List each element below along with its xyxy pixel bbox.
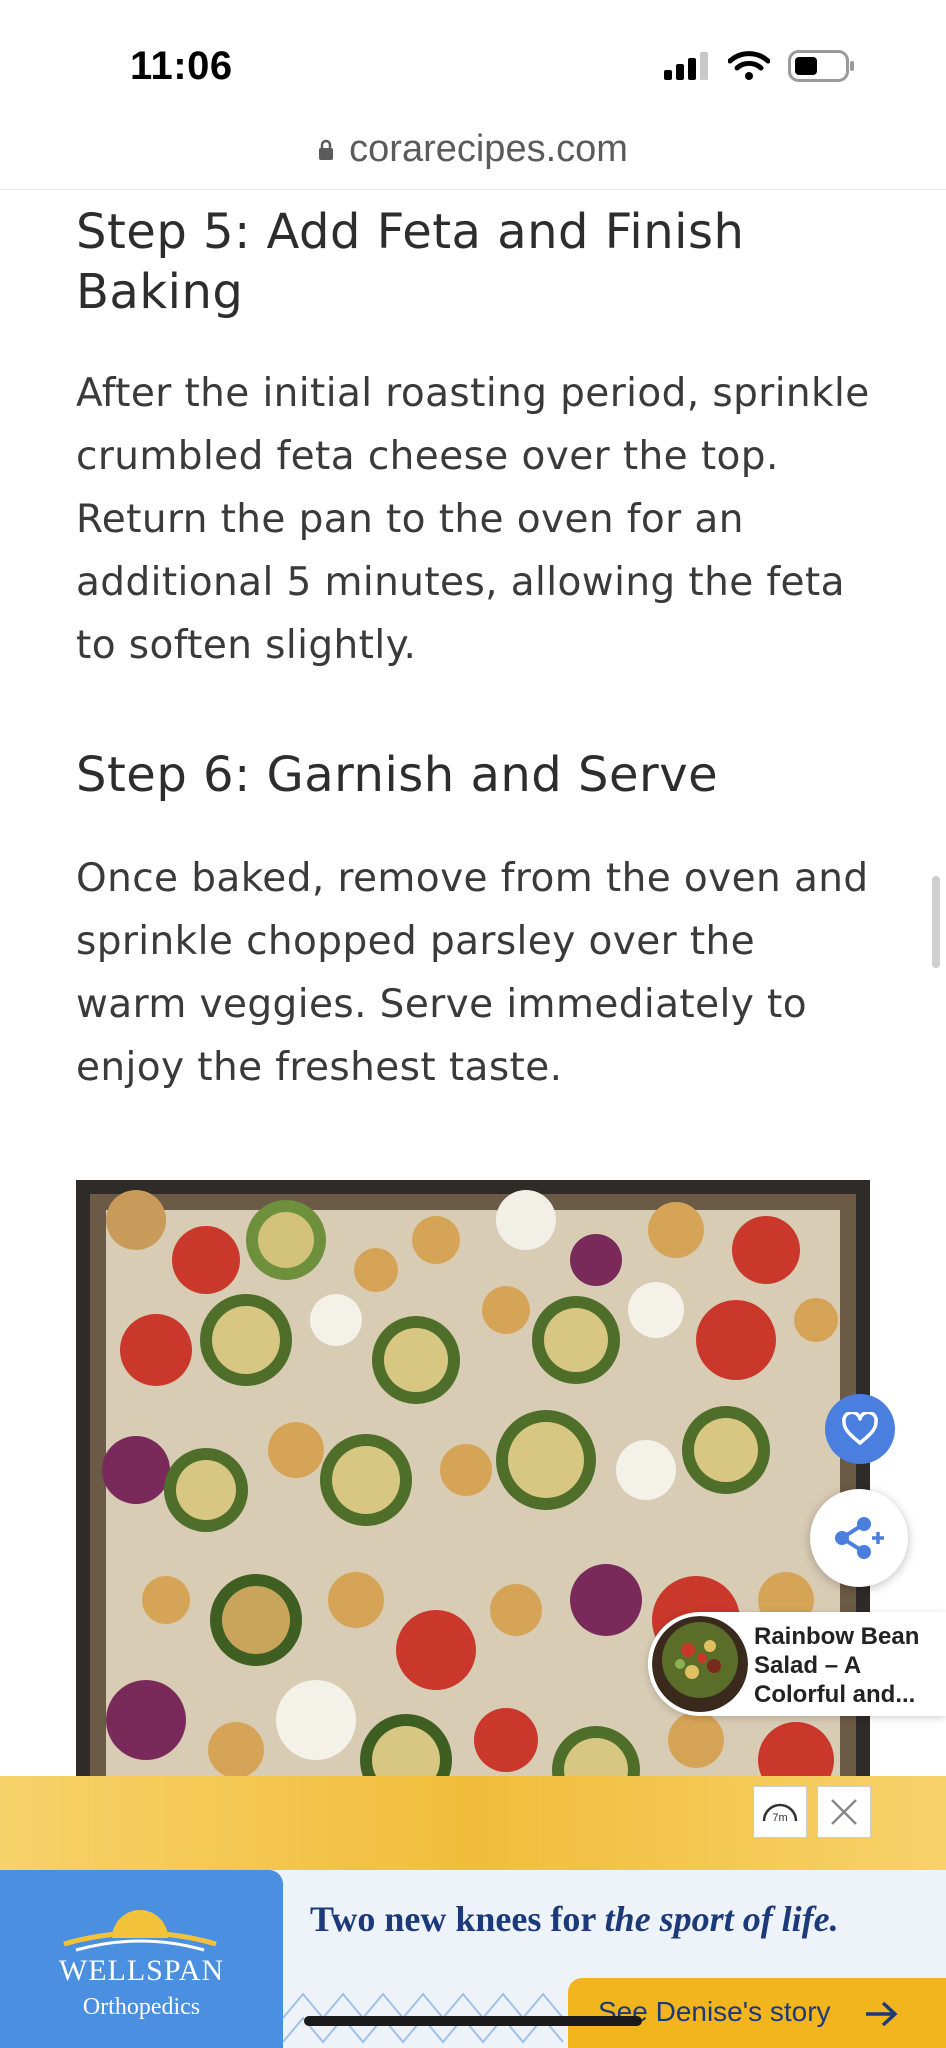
ad-headline: Two new knees for the sport of life. (310, 1898, 839, 1940)
address-bar[interactable]: corarecipes.com (0, 128, 946, 190)
ad-logo-panel: WELLSPAN Orthopedics (0, 1870, 283, 2048)
close-icon (831, 1799, 857, 1825)
status-icons (664, 50, 856, 82)
page-scrollbar[interactable] (932, 876, 940, 968)
recommended-recipe-card[interactable]: Rainbow Bean Salad – A Colorful and... (648, 1612, 946, 1716)
step6-heading: Step 6: Garnish and Serve (76, 747, 719, 803)
recommended-recipe-title: Rainbow Bean Salad – A Colorful and... (754, 1623, 920, 1708)
ad-cta-button[interactable]: See Denise's story (568, 1978, 946, 2048)
ad-close-button[interactable] (817, 1786, 871, 1838)
arrow-right-icon (866, 2001, 898, 2027)
recommended-recipe-thumbnail (652, 1616, 748, 1712)
ad-brand-subtitle: Orthopedics (82, 1994, 201, 2020)
ad-headline-plain: Two new knees for (310, 1899, 605, 1939)
step5-heading: Step 5: Add Feta and Finish Baking (76, 204, 745, 320)
lock-icon (319, 139, 334, 160)
battery-icon (788, 50, 854, 82)
status-time: 11:06 (130, 44, 233, 88)
wifi-icon (728, 51, 770, 80)
ad-badge-icon: 7m (762, 1803, 798, 1824)
sunrise-logo-icon (63, 1910, 217, 1952)
status-bar: 11:06 (0, 0, 946, 140)
save-recipe-button[interactable] (825, 1394, 895, 1464)
ad-headline-italic: the sport of life. (604, 1899, 839, 1939)
home-indicator[interactable] (304, 2016, 642, 2026)
ad-choices-button[interactable]: 7m (753, 1786, 807, 1838)
cellular-signal-icon (664, 52, 708, 80)
step6-text: Once baked, remove from the oven and spr… (76, 856, 869, 1090)
heart-icon (842, 1412, 878, 1445)
url-text: corarecipes.com (349, 128, 628, 170)
step5-text: After the initial roasting period, sprin… (76, 371, 870, 668)
svg-text:7m: 7m (772, 1812, 787, 1824)
ad-brand-name: WELLSPAN (58, 1954, 225, 1987)
share-button[interactable] (810, 1489, 908, 1587)
share-icon (835, 1517, 884, 1559)
article-content: Step 5: Add Feta and Finish Baking After… (76, 190, 876, 1099)
